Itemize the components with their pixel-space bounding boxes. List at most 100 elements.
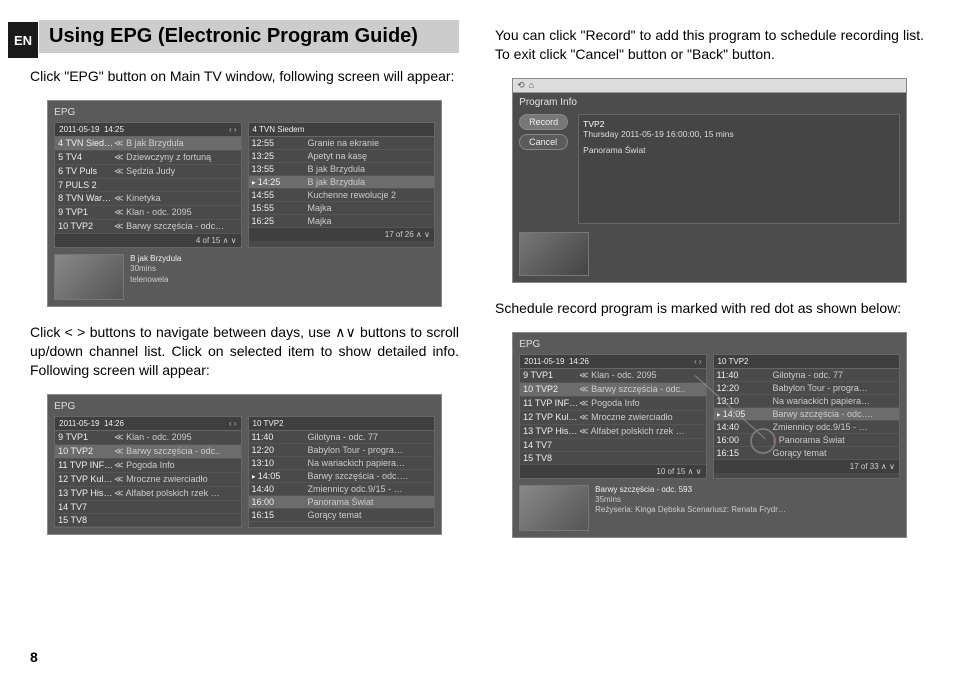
channel-row[interactable]: 10 TVP2≪ Barwy szczęścia - odc..: [55, 445, 240, 459]
screenshot-epg-2: EPG 2011-05-19 14:26 ‹ › 9 TVP1≪ Klan - …: [47, 394, 442, 535]
program-row[interactable]: 12:20Babylon Tour - progra…: [714, 382, 899, 395]
detail-title: B jak Brzydula: [130, 254, 435, 264]
channel-row[interactable]: 14 TV7: [520, 439, 705, 452]
program-time: 12:20: [717, 383, 773, 393]
channel-row[interactable]: 13 TVP Historia≪ Alfabet polskich rzek …: [55, 487, 240, 501]
channel-row[interactable]: 9 TVP1≪ Klan - odc. 2095: [55, 206, 240, 220]
program-name: ≪ Pogoda Info: [579, 398, 702, 409]
program-time: 14:25: [252, 177, 308, 187]
channel-row[interactable]: 6 TV Puls≪ Sędzia Judy: [55, 165, 240, 179]
program-name: Gorący temat: [773, 448, 896, 458]
epg-time: 14:26: [104, 419, 124, 428]
program-row[interactable]: 13:55B jak Brzydula: [249, 163, 434, 176]
program-name: Na wariackich papiera…: [308, 458, 431, 468]
pager-right[interactable]: 17 of 26 ∧ ∨: [249, 228, 434, 241]
back-icon[interactable]: ⟲: [517, 80, 525, 91]
program-name: ≪ Barwy szczęścia - odc…: [114, 221, 237, 232]
channel-name: 5 TV4: [58, 152, 114, 163]
cancel-button[interactable]: Cancel: [519, 134, 568, 150]
program-time: 13:10: [717, 396, 773, 406]
right-pane-header: 10 TVP2: [718, 357, 749, 366]
program-time: 14:40: [252, 484, 308, 494]
channel-row[interactable]: 15 TV8: [55, 514, 240, 527]
channel-row[interactable]: 9 TVP1≪ Klan - odc. 2095: [520, 369, 705, 383]
info-schedule: Thursday 2011-05-19 16:00:00, 15 mins: [583, 129, 895, 139]
channel-name: 8 TVN Warsz…: [58, 193, 114, 204]
program-row[interactable]: 14:55Kuchenne rewolucje 2: [249, 189, 434, 202]
program-row[interactable]: 13:25Apetyt na kasę: [249, 150, 434, 163]
left-column: Using EPG (Electronic Program Guide) Cli…: [30, 20, 459, 657]
channel-name: 9 TVP1: [58, 207, 114, 218]
program-row[interactable]: 14:40Zmiennicy odc.9/15 - …: [714, 421, 899, 434]
program-row[interactable]: 16:15Gorący temat: [714, 447, 899, 460]
program-row[interactable]: 16:15Gorący temat: [249, 509, 434, 522]
epg-title: EPG: [54, 401, 435, 412]
program-time: 16:15: [252, 510, 308, 520]
program-thumbnail: [54, 254, 124, 300]
program-name: Kuchenne rewolucje 2: [308, 190, 431, 200]
channel-row[interactable]: 11 TVP INFO …≪ Pogoda Info: [55, 459, 240, 473]
program-time: 11:40: [252, 432, 308, 442]
date-nav-icon[interactable]: ‹ ›: [229, 419, 237, 428]
program-name: Majka: [308, 216, 431, 226]
program-row[interactable]: 13:10Na wariackich papiera…: [714, 395, 899, 408]
program-row[interactable]: 16:25Majka: [249, 215, 434, 228]
program-row[interactable]: 14:25B jak Brzydula: [249, 176, 434, 189]
program-row[interactable]: 14:40Zmiennicy odc.9/15 - …: [249, 483, 434, 496]
program-row[interactable]: 16:00Panorama Świat: [714, 434, 899, 447]
program-row[interactable]: 12:55Granie na ekranie: [249, 137, 434, 150]
program-time: 14:40: [717, 422, 773, 432]
program-row[interactable]: 11:40Gilotyna - odc. 77: [714, 369, 899, 382]
channel-row[interactable]: 15 TV8: [520, 452, 705, 465]
program-name: [579, 453, 702, 463]
channel-row[interactable]: 5 TV4≪ Dziewczyny z fortuną: [55, 151, 240, 165]
program-name: ≪ Pogoda Info: [114, 460, 237, 471]
program-row[interactable]: 15:55Majka: [249, 202, 434, 215]
channel-row[interactable]: 12 TVP Kultura≪ Mroczne zwierciadło: [55, 473, 240, 487]
program-time: 13:25: [252, 151, 308, 161]
record-button[interactable]: Record: [519, 114, 568, 130]
program-row[interactable]: 16:00Panorama Świat: [249, 496, 434, 509]
program-row[interactable]: 11:40Gilotyna - odc. 77: [249, 431, 434, 444]
program-row[interactable]: 14:05Barwy szczęścia - odc….: [249, 470, 434, 483]
program-name: [114, 515, 237, 525]
right-pane-header: 10 TVP2: [253, 419, 284, 428]
channel-row[interactable]: 4 TVN Siedem≪ B jak Brzydula: [55, 137, 240, 151]
channel-row[interactable]: 10 TVP2≪ Barwy szczęścia - odc..: [520, 383, 705, 397]
channel-row[interactable]: 7 PULS 2: [55, 179, 240, 192]
channel-row[interactable]: 13 TVP Historia≪ Alfabet polskich rzek …: [520, 425, 705, 439]
program-name: ≪ Klan - odc. 2095: [114, 432, 237, 443]
program-time: 16:00: [252, 497, 308, 507]
program-name: ≪ Klan - odc. 2095: [579, 370, 702, 381]
channel-name: 6 TV Puls: [58, 166, 114, 177]
program-name: Babylon Tour - progra…: [308, 445, 431, 455]
epg-title: EPG: [54, 107, 435, 118]
program-row[interactable]: 14:05Barwy szczęścia - odc….: [714, 408, 899, 421]
channel-row[interactable]: 9 TVP1≪ Klan - odc. 2095: [55, 431, 240, 445]
program-row[interactable]: 13:10Na wariackich papiera…: [249, 457, 434, 470]
channel-name: 10 TVP2: [523, 384, 579, 395]
detail-duration: 30mins: [130, 264, 435, 274]
epg-time: 14:26: [569, 357, 589, 366]
pager-left[interactable]: 10 of 15 ∧ ∨: [520, 465, 705, 478]
program-name: ≪ Klan - odc. 2095: [114, 207, 237, 218]
pager-right[interactable]: 17 of 33 ∧ ∨: [714, 460, 899, 473]
program-name: ≪ Kinetyka: [114, 193, 237, 204]
program-row[interactable]: 12:20Babylon Tour - progra…: [249, 444, 434, 457]
info-program: Panorama Świat: [583, 145, 895, 155]
date-nav-icon[interactable]: ‹ ›: [229, 125, 237, 134]
channel-row[interactable]: 14 TV7: [55, 501, 240, 514]
channel-name: 15 TV8: [523, 453, 579, 463]
pager-left[interactable]: 4 of 15 ∧ ∨: [55, 234, 240, 247]
dialog-title: Program Info: [519, 97, 900, 108]
channel-row[interactable]: 12 TVP Kultura≪ Mroczne zwierciadło: [520, 411, 705, 425]
channel-row[interactable]: 10 TVP2≪ Barwy szczęścia - odc…: [55, 220, 240, 234]
channel-row[interactable]: 8 TVN Warsz…≪ Kinetyka: [55, 192, 240, 206]
date-nav-icon[interactable]: ‹ ›: [694, 357, 702, 366]
channel-row[interactable]: 11 TVP INFO …≪ Pogoda Info: [520, 397, 705, 411]
home-icon[interactable]: ⌂: [529, 80, 534, 90]
epg-time: 14:25: [104, 125, 124, 134]
channel-name: 14 TV7: [523, 440, 579, 450]
detail-duration: 35mins: [595, 495, 900, 505]
program-time: 14:05: [717, 409, 773, 419]
